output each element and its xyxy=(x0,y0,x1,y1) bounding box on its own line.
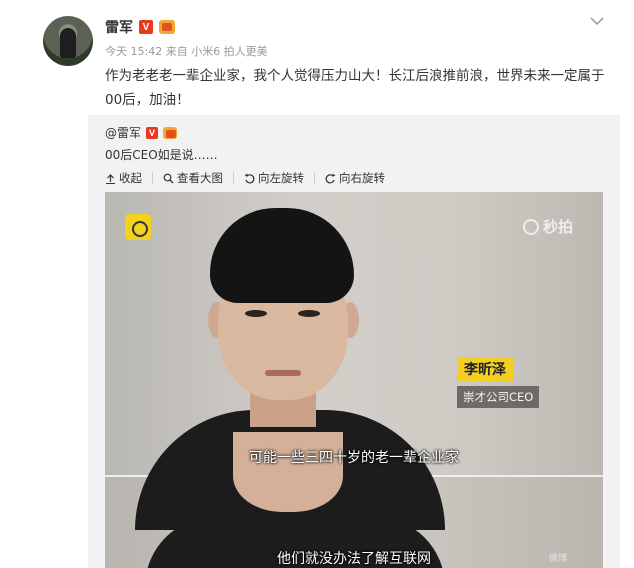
video-image[interactable]: 秒拍 李昕泽 崇才公司CEO 可能一些三四十岁的老一辈企业家 他们就没办法了解互… xyxy=(105,192,603,568)
subtitle-2: 他们就没办法了解互联网 xyxy=(277,551,431,567)
member-badge-icon xyxy=(163,126,178,139)
verified-v-icon: V xyxy=(146,126,159,139)
post-username[interactable]: 雷军 xyxy=(105,17,133,37)
post-author-row: 雷军 V xyxy=(105,17,175,37)
rotate-right-label: 向右旋转 xyxy=(339,171,385,185)
reposted-content: @雷军 V 00后CEO如是说…… 收起 查看大图 向左旋转 向右旋转 秒拍 李… xyxy=(88,115,620,568)
rotate-left-label: 向左旋转 xyxy=(258,171,304,185)
view-large-button[interactable]: 查看大图 xyxy=(163,170,233,186)
toolbar-divider xyxy=(233,172,234,184)
rotate-left-button[interactable]: 向左旋转 xyxy=(244,170,314,186)
arrow-up-icon xyxy=(106,173,115,184)
rotate-right-button[interactable]: 向右旋转 xyxy=(325,170,395,186)
repost-username[interactable]: @雷军 xyxy=(105,124,141,141)
weibo-post: 雷军 V 今天 15:42 来自 小米6 拍人更美 作为老老老一辈企业家，我个人… xyxy=(0,0,634,568)
toolbar-divider xyxy=(152,172,153,184)
image-toolbar: 收起 查看大图 向左旋转 向右旋转 xyxy=(105,170,395,186)
subtitle-1: 可能一些三四十岁的老一辈企业家 xyxy=(249,450,459,466)
person-eye xyxy=(245,310,267,317)
weibo-watermark: 微博 xyxy=(549,554,568,564)
repost-author-row: @雷军 V xyxy=(105,124,178,141)
miaopai-logo-icon xyxy=(523,218,539,235)
person-title: 崇才公司CEO xyxy=(457,386,540,408)
collapse-button[interactable]: 收起 xyxy=(105,170,152,186)
member-badge-icon xyxy=(159,20,175,34)
post-meta: 今天 15:42 来自 小米6 拍人更美 xyxy=(105,45,268,58)
miaopai-watermark-text: 秒拍 xyxy=(543,218,574,236)
view-large-label: 查看大图 xyxy=(177,171,223,185)
rotate-right-icon xyxy=(325,173,336,183)
toolbar-divider xyxy=(314,172,315,184)
person-mouth xyxy=(265,370,301,376)
miaopai-watermark: 秒拍 xyxy=(523,216,573,237)
verified-v-icon: V xyxy=(139,20,153,34)
name-caption: 李昕泽 崇才公司CEO xyxy=(457,357,540,408)
person-eye xyxy=(298,310,320,317)
person-name: 李昕泽 xyxy=(457,357,513,381)
post-text: 作为老老老一辈企业家，我个人觉得压力山大！长江后浪推前浪，世界未来一定属于00后… xyxy=(105,68,605,108)
collapse-label: 收起 xyxy=(119,171,142,185)
magnifier-icon xyxy=(163,173,174,183)
rotate-left-icon xyxy=(244,173,255,183)
person-chin-second-frame xyxy=(233,432,343,512)
avatar[interactable] xyxy=(43,16,93,66)
channel-logo-icon xyxy=(125,214,151,240)
repost-text: 00后CEO如是说…… xyxy=(105,148,218,162)
chevron-down-icon[interactable] xyxy=(588,14,606,28)
